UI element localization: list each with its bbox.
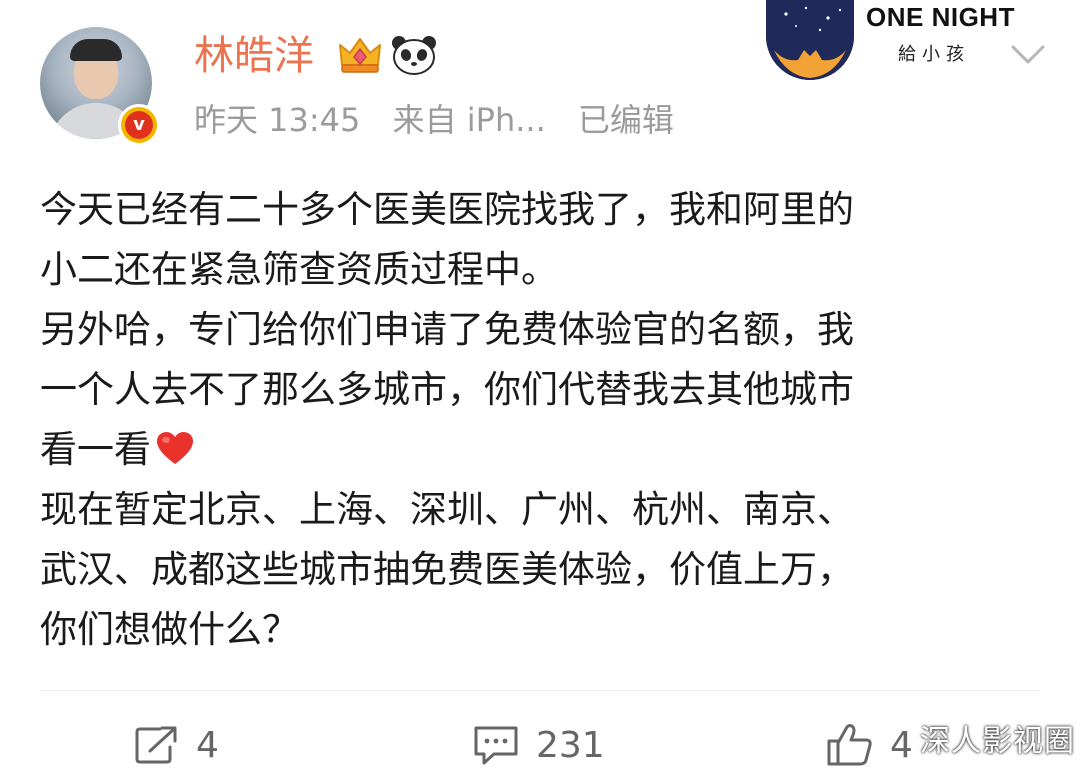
verified-badge-icon: v [118, 104, 160, 146]
like-count: 4 [890, 724, 913, 766]
like-icon [827, 724, 872, 766]
post-text: 今天已经有二十多个医美医院找我了，我和阿里的 小二还在紧急筛查资质过程中。 另外… [40, 180, 1040, 660]
post-timestamp: 昨天 13:45 [194, 101, 361, 139]
chevron-down-icon[interactable] [1010, 44, 1046, 66]
post-line: 另外哈，专门给你们申请了免费体验官的名额，我 [40, 308, 854, 351]
panda-icon [392, 36, 436, 75]
post-line: 一个人去不了那么多城市，你们代替我去其他城市 [40, 368, 854, 411]
like-button[interactable]: 4 [826, 718, 913, 772]
edited-label[interactable]: 已编辑 [578, 101, 674, 139]
comment-icon [474, 726, 518, 765]
post-line: 现在暂定北京、上海、深圳、广州、杭州、南京、 [40, 488, 854, 531]
post-line: 看一看 [40, 428, 151, 471]
brand-card[interactable]: ONE NIGHT 給小孩 [764, 0, 1014, 82]
post-line: 你们想做什么？ [40, 608, 299, 651]
comment-button[interactable]: 231 [472, 718, 605, 772]
verified-mark: v [125, 111, 153, 139]
comment-count: 231 [536, 724, 605, 766]
share-icon [135, 726, 177, 764]
divider [40, 690, 1040, 691]
post-source[interactable]: 来自 iPh... [393, 101, 546, 139]
crown-icon [339, 38, 381, 73]
post-line: 小二还在紧急筛查资质过程中。 [40, 248, 558, 291]
post-line-with-heart: 看一看 [40, 420, 1040, 480]
brand-subtitle: 給小孩 [898, 44, 970, 65]
brand-logo-icon [766, 0, 854, 80]
brand-title: ONE NIGHT [866, 2, 1015, 32]
post-line: 武汉、成都这些城市抽免费医美体验，价值上万， [40, 548, 854, 591]
username[interactable]: 林皓洋 [194, 32, 314, 80]
avatar-hair [70, 39, 122, 61]
post-line: 今天已经有二十多个医美医院找我了，我和阿里的 [40, 188, 854, 231]
post-meta: 昨天 13:45 来自 iPh... 已编辑 [194, 100, 696, 140]
watermark: 深人影视圈 [920, 724, 1075, 759]
heart-icon [157, 432, 193, 464]
share-count: 4 [196, 724, 219, 766]
share-button[interactable]: 4 [134, 718, 219, 772]
